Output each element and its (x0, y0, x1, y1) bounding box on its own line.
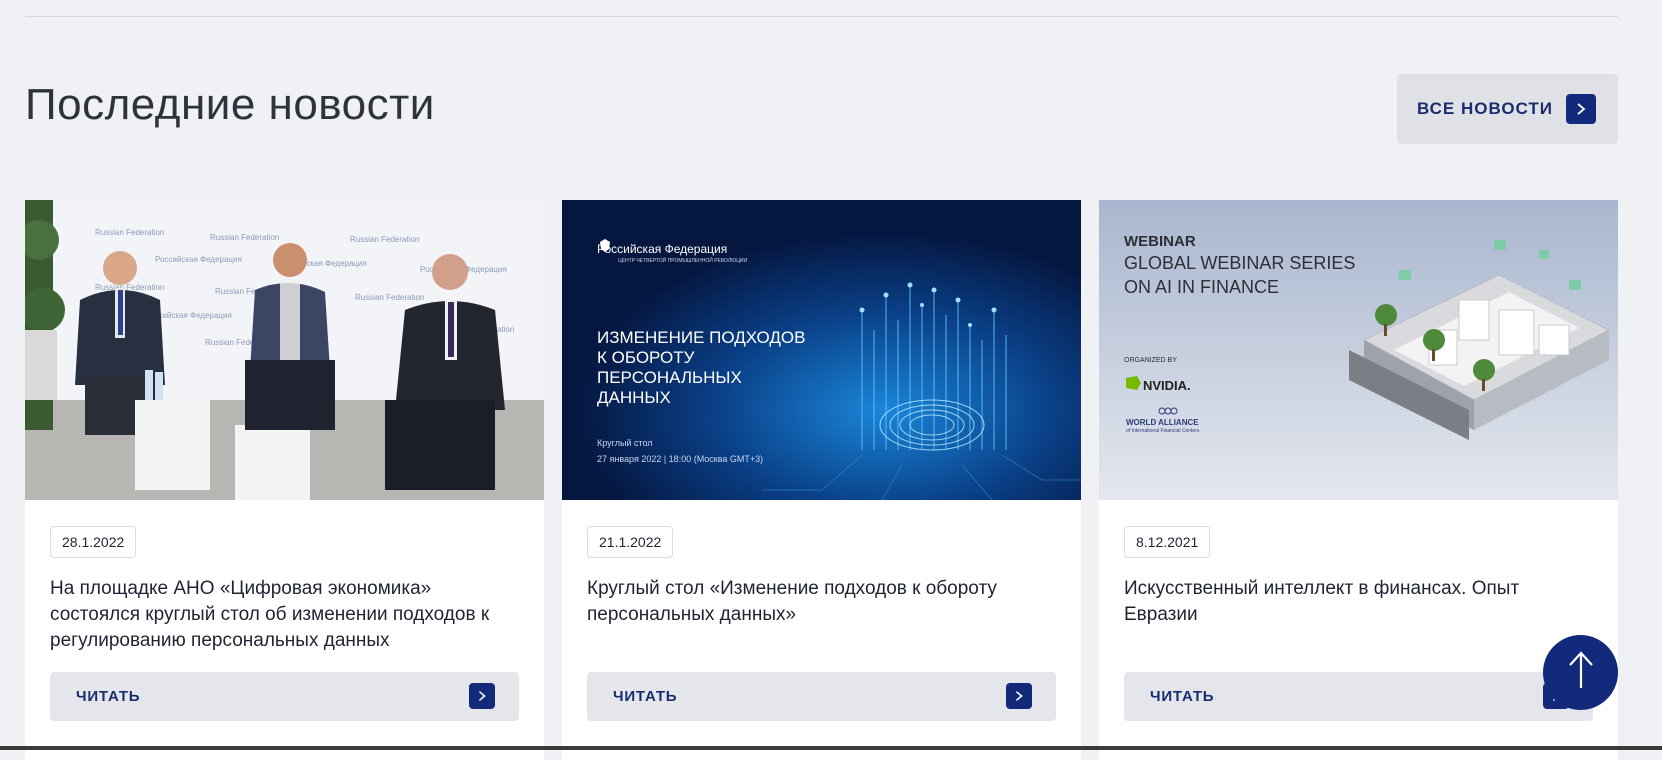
read-label: ЧИТАТЬ (1150, 688, 1215, 705)
svg-text:Russian Federation: Russian Federation (210, 233, 279, 242)
svg-text:ДАННЫХ: ДАННЫХ (597, 388, 671, 407)
read-button[interactable]: ЧИТАТЬ (587, 672, 1056, 721)
read-button[interactable]: ЧИТАТЬ (1124, 672, 1593, 721)
read-label: ЧИТАТЬ (76, 688, 141, 705)
news-title[interactable]: Искусственный интеллект в финансах. Опыт… (1124, 576, 1594, 628)
svg-text:ПЕРСОНАЛЬНЫХ: ПЕРСОНАЛЬНЫХ (597, 368, 742, 387)
scroll-to-top-button[interactable] (1543, 635, 1618, 710)
svg-text:ON AI IN FINANCE: ON AI IN FINANCE (1124, 277, 1279, 297)
svg-text:WEBINAR: WEBINAR (1124, 233, 1196, 250)
chevron-right-icon (1566, 94, 1596, 124)
all-news-button[interactable]: ВСЕ НОВОСТИ (1397, 74, 1618, 144)
news-date: 28.1.2022 (50, 526, 137, 558)
news-title[interactable]: На площадке АНО «Цифровая экономика» сос… (50, 576, 520, 654)
news-card[interactable]: WEBINAR GLOBAL WEBINAR SERIES ON AI IN F… (1099, 200, 1618, 760)
svg-text:Круглый стол: Круглый стол (597, 438, 653, 448)
svg-text:Russian Federation: Russian Federation (355, 293, 424, 302)
svg-text:NVIDIA.: NVIDIA. (1143, 378, 1191, 393)
news-date: 8.12.2021 (1124, 526, 1211, 558)
svg-text:К ОБОРОТУ: К ОБОРОТУ (597, 348, 695, 367)
top-divider (25, 16, 1618, 17)
news-title[interactable]: Круглый стол «Изменение подходов к оборо… (587, 576, 1057, 628)
svg-text:ИЗМЕНЕНИЕ ПОДХОДОВ: ИЗМЕНЕНИЕ ПОДХОДОВ (597, 328, 805, 347)
news-card[interactable]: Russian Federation Russian Federation Ru… (25, 200, 544, 760)
svg-text:Российская Федерация: Российская Федерация (597, 242, 727, 256)
news-date: 21.1.2022 (587, 526, 674, 558)
read-label: ЧИТАТЬ (613, 688, 678, 705)
news-image[interactable]: Russian Federation Russian Federation Ru… (25, 200, 544, 500)
read-button[interactable]: ЧИТАТЬ (50, 672, 519, 721)
svg-text:27 января 2022 | 18:00 (Москва: 27 января 2022 | 18:00 (Москва GMT+3) (597, 454, 763, 464)
arrow-up-icon (1566, 650, 1596, 695)
svg-text:Российская Федерация: Российская Федерация (155, 255, 242, 264)
chevron-right-icon (1006, 683, 1032, 709)
bottom-edge (0, 746, 1662, 750)
svg-text:ЦЕНТР ЧЕТВЕРТОЙ ПРОМЫШЛЕННОЙ Р: ЦЕНТР ЧЕТВЕРТОЙ ПРОМЫШЛЕННОЙ РЕВОЛЮЦИИ (618, 256, 748, 264)
page-title: Последние новости (25, 80, 435, 129)
chevron-right-icon (469, 683, 495, 709)
news-image[interactable]: Российская Федерация ЦЕНТР ЧЕТВЕРТОЙ ПРО… (562, 200, 1081, 500)
news-image[interactable]: WEBINAR GLOBAL WEBINAR SERIES ON AI IN F… (1099, 200, 1618, 500)
svg-text:ORGANIZED BY: ORGANIZED BY (1124, 357, 1177, 364)
svg-text:Russian Federation: Russian Federation (350, 235, 419, 244)
svg-text:WORLD ALLIANCE: WORLD ALLIANCE (1126, 418, 1199, 427)
svg-text:Russian Federation: Russian Federation (95, 228, 164, 237)
all-news-label: ВСЕ НОВОСТИ (1417, 99, 1554, 118)
news-card[interactable]: Российская Федерация ЦЕНТР ЧЕТВЕРТОЙ ПРО… (562, 200, 1081, 760)
svg-text:GLOBAL WEBINAR SERIES: GLOBAL WEBINAR SERIES (1124, 253, 1355, 273)
svg-text:of International Financial Cen: of International Financial Centers (1126, 428, 1200, 434)
